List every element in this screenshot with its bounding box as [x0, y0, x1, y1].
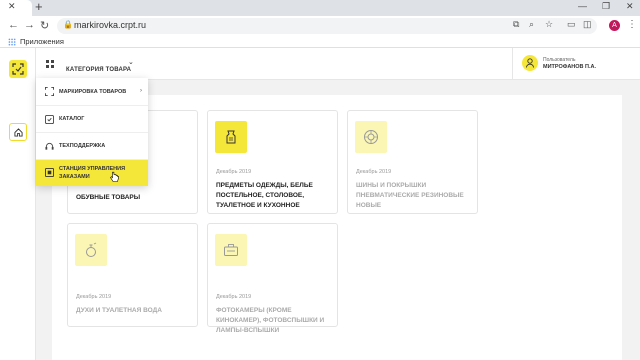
logo-icon	[12, 63, 24, 75]
profile-avatar[interactable]: A	[609, 20, 620, 31]
card-title: ШИНЫ И ПОКРЫШКИ ПНЕВМАТИЧЕСКИЕ РЕЗИНОВЫЕ…	[356, 182, 464, 209]
user-icon	[526, 58, 534, 68]
app-logo[interactable]	[9, 60, 27, 78]
product-card-perfume[interactable]: Декабрь 2019 ДУХИ И ТУАЛЕТНАЯ ВОДА	[67, 223, 198, 327]
apps-grid-icon[interactable]	[8, 38, 16, 46]
catalog-icon	[45, 115, 54, 124]
url-text: markirovka.crpt.ru	[74, 20, 147, 30]
menu-item-label: МАРКИРОВКА ТОВАРОВ	[59, 89, 127, 95]
menu-item-label: ТЕХПОДДЕРЖКА	[59, 143, 106, 149]
chevron-down-icon: ⌄	[128, 59, 134, 66]
product-card-clothes[interactable]: Декабрь 2019 ПРЕДМЕТЫ ОДЕЖДЫ, БЕЛЬЕ ПОСТ…	[207, 110, 338, 214]
menu-item-label: КАТАЛОГ	[59, 116, 85, 122]
menu-grid-icon[interactable]	[46, 60, 54, 68]
menu-item-order-station[interactable]: СТАНЦИЯ УПРАВЛЕНИЯ ЗАКАЗАМИ	[36, 160, 148, 186]
reload-icon[interactable]: ↻	[40, 19, 49, 32]
app-header: КАТЕГОРИЯ ТОВАРА ⌄ Пользователь МИТРОФАН…	[36, 48, 640, 80]
category-dropdown-button[interactable]: КАТЕГОРИЯ ТОВАРА ⌄	[66, 58, 134, 73]
card-title: ФОТОКАМЕРЫ (КРОМЕ КИНОКАМЕР), ФОТОВСПЫШК…	[216, 307, 325, 334]
card-date: Декабрь 2019	[356, 169, 392, 175]
user-name: МИТРОФАНОВ П.А.	[543, 64, 597, 70]
tab-strip: ✕ + — ❐ ✕	[0, 0, 640, 16]
close-tab-icon[interactable]: ✕	[8, 1, 16, 12]
menu-item-catalog[interactable]: КАТАЛОГ	[36, 106, 148, 133]
clothes-icon	[215, 121, 247, 153]
extension-icon[interactable]: ▭	[567, 19, 576, 30]
home-icon	[14, 128, 23, 137]
maximize-icon[interactable]: ❐	[602, 1, 610, 12]
screenshot-icon[interactable]: ◫	[583, 19, 592, 30]
minimize-icon[interactable]: —	[578, 1, 587, 11]
camera-icon	[215, 234, 247, 266]
browser-tab[interactable]: ✕	[0, 0, 32, 16]
scan-icon	[45, 87, 54, 96]
address-bar[interactable]: 🔒 markirovka.crpt.ru ⧉ ⌕ ☆ ▭ ◫	[57, 18, 597, 34]
star-icon[interactable]: ☆	[545, 19, 553, 30]
card-date: Декабрь 2019	[76, 294, 112, 300]
new-tab-icon[interactable]: +	[35, 0, 43, 14]
card-title: ДУХИ И ТУАЛЕТНАЯ ВОДА	[76, 307, 162, 314]
zoom-icon[interactable]: ⌕	[529, 19, 534, 30]
card-date: Декабрь 2019	[216, 169, 252, 175]
card-title: ОБУВНЫЕ ТОВАРЫ	[76, 194, 141, 201]
station-icon	[45, 168, 54, 177]
window-close-icon[interactable]: ✕	[626, 1, 634, 12]
avatar	[522, 55, 538, 71]
back-icon[interactable]: ←	[8, 19, 19, 31]
hand-cursor-icon	[110, 171, 119, 182]
support-icon	[45, 142, 54, 150]
home-button[interactable]	[9, 123, 27, 141]
perfume-icon	[75, 234, 107, 266]
apps-bookmark[interactable]: Приложения	[20, 37, 64, 46]
card-date: Декабрь 2019	[216, 294, 252, 300]
browser-toolbar: ← → ↻ 🔒 markirovka.crpt.ru ⧉ ⌕ ☆ ▭ ◫	[0, 16, 640, 36]
card-title: ПРЕДМЕТЫ ОДЕЖДЫ, БЕЛЬЕ ПОСТЕЛЬНОЕ, СТОЛО…	[216, 182, 313, 209]
lock-icon: 🔒	[63, 20, 73, 29]
bookmarks-bar: Приложения	[0, 36, 640, 48]
translate-icon[interactable]: ⧉	[513, 19, 519, 30]
menu-item-support[interactable]: ТЕХПОДДЕРЖКА	[36, 133, 148, 160]
product-card-tires[interactable]: Декабрь 2019 ШИНЫ И ПОКРЫШКИ ПНЕВМАТИЧЕС…	[347, 110, 478, 214]
tire-icon	[355, 121, 387, 153]
menu-item-label: СТАНЦИЯ УПРАВЛЕНИЯ ЗАКАЗАМИ	[59, 166, 126, 180]
chevron-right-icon: ›	[140, 88, 142, 94]
app-sidebar	[0, 48, 36, 360]
menu-item-marking[interactable]: МАРКИРОВКА ТОВАРОВ ›	[36, 78, 148, 106]
browser-menu-icon[interactable]: ⋮	[627, 19, 637, 30]
forward-icon[interactable]: →	[24, 19, 35, 31]
product-card-cameras[interactable]: Декабрь 2019 ФОТОКАМЕРЫ (КРОМЕ КИНОКАМЕР…	[207, 223, 338, 334]
user-menu[interactable]: Пользователь МИТРОФАНОВ П.А.	[512, 48, 640, 80]
user-role: Пользователь	[543, 57, 576, 63]
category-label: КАТЕГОРИЯ ТОВАРА	[66, 67, 132, 73]
category-dropdown-menu: МАРКИРОВКА ТОВАРОВ › КАТАЛОГ ТЕХПОДДЕРЖК…	[36, 78, 148, 186]
